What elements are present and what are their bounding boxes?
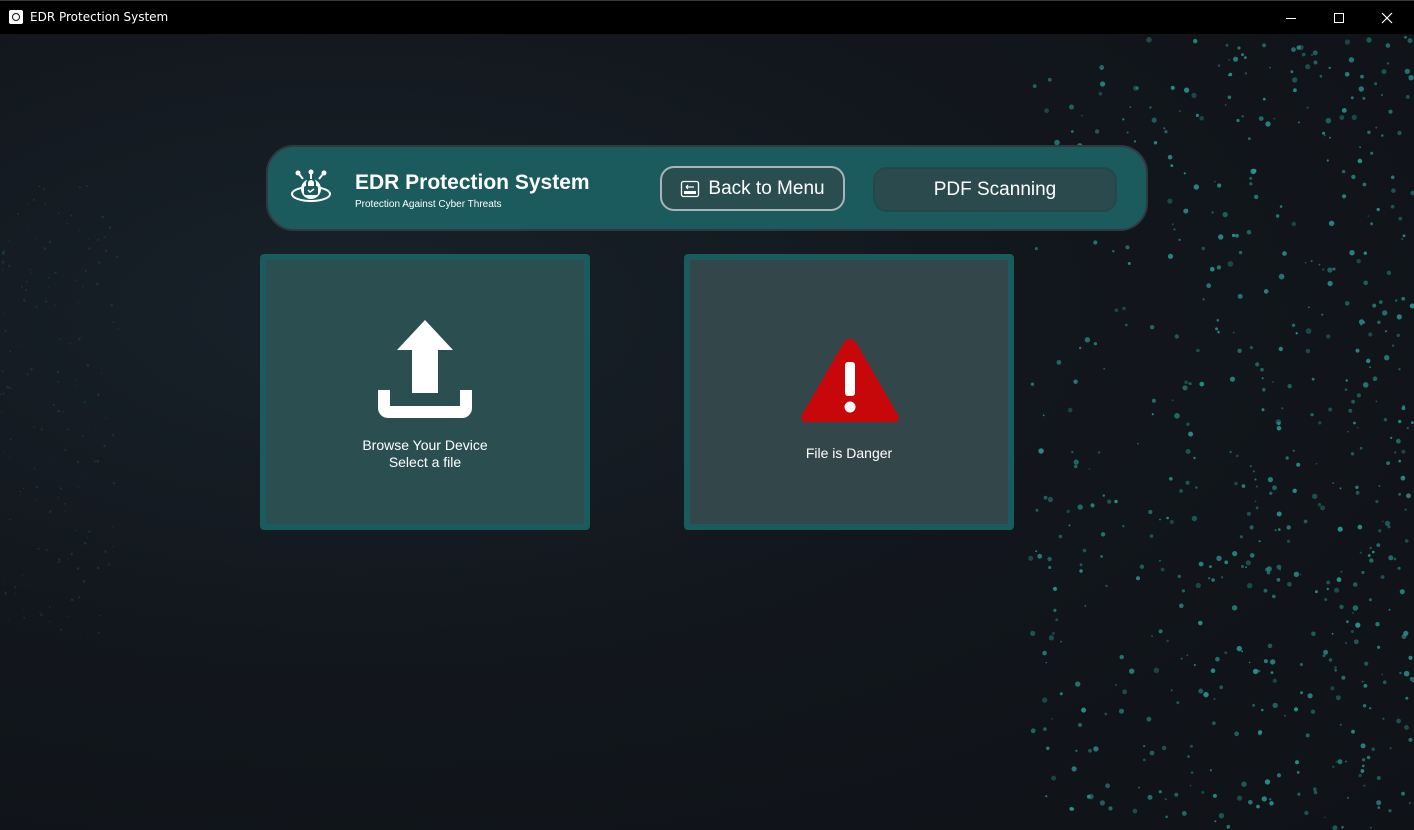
app-icon [9, 10, 23, 24]
back-to-menu-label: Back to Menu [708, 177, 825, 199]
scan-result-card: File is Danger [684, 254, 1014, 530]
browse-device-label: Browse Your Device [362, 437, 488, 453]
window-title: EDR Protection System [30, 10, 169, 24]
app-subtitle: Protection Against Cyber Threats [355, 199, 502, 210]
maximize-button[interactable] [1316, 1, 1362, 34]
shield-lock-robot-icon [291, 169, 331, 202]
close-icon [1381, 12, 1393, 23]
title-bar[interactable]: EDR Protection System [0, 0, 1414, 34]
client-area: EDR Protection System Protection Against… [0, 34, 1414, 830]
app-header: EDR Protection System Protection Against… [266, 145, 1148, 231]
upload-icon [378, 320, 472, 418]
minimize-icon [1286, 17, 1296, 19]
danger-status-text: File is Danger [805, 445, 893, 461]
app-window: EDR Protection System EDR Protection Sys… [0, 0, 1414, 830]
app-title: EDR Protection System [355, 171, 590, 194]
pdf-scanning-label: PDF Scanning [933, 178, 1057, 200]
browse-file-card[interactable]: Browse Your Device Select a file [260, 254, 590, 530]
browse-card-text: Browse Your Device Select a file [266, 437, 584, 471]
select-file-label: Select a file [388, 454, 462, 470]
back-to-menu-button[interactable]: Back to Menu [660, 166, 845, 211]
back-icon [681, 180, 700, 197]
pdf-scanning-button[interactable]: PDF Scanning [873, 167, 1117, 212]
minimize-button[interactable] [1268, 1, 1314, 34]
maximize-icon [1334, 12, 1344, 23]
warning-triangle-icon [801, 339, 899, 422]
close-button[interactable] [1364, 1, 1410, 34]
